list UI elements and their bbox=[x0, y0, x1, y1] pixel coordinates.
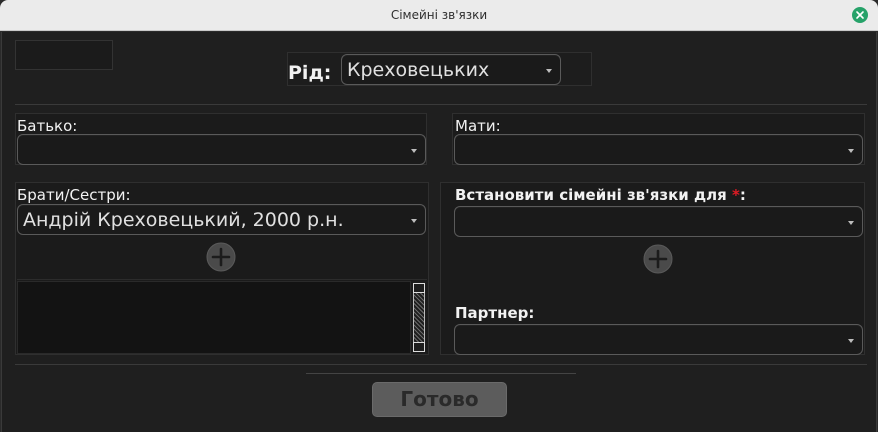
relations-for-label: Встановити сімейні зв'язки для *: bbox=[455, 186, 746, 204]
clan-select[interactable]: Креховецьких bbox=[341, 54, 561, 85]
siblings-select[interactable]: Андрій Креховецький, 2000 р.н. bbox=[17, 204, 426, 235]
chevron-down-icon bbox=[546, 69, 552, 73]
add-relation-button[interactable] bbox=[643, 244, 673, 274]
add-sibling-button[interactable] bbox=[206, 242, 236, 272]
plus-circle-icon bbox=[206, 242, 236, 272]
mother-label: Мати: bbox=[455, 117, 501, 135]
relations-for-label-colon: : bbox=[739, 186, 746, 204]
siblings-divider bbox=[17, 279, 427, 280]
chevron-down-icon bbox=[411, 149, 417, 153]
chevron-down-icon bbox=[411, 219, 417, 223]
relations-for-select[interactable] bbox=[454, 206, 863, 237]
father-label: Батько: bbox=[17, 117, 78, 135]
scrollbar-up-cap[interactable] bbox=[413, 283, 425, 293]
chevron-down-icon bbox=[848, 149, 854, 153]
siblings-scrollbar[interactable] bbox=[413, 283, 425, 352]
footer-divider-short bbox=[306, 373, 576, 374]
mother-select[interactable] bbox=[454, 134, 863, 165]
empty-frame bbox=[15, 40, 113, 70]
close-button[interactable] bbox=[852, 7, 868, 23]
header-divider bbox=[15, 104, 867, 105]
window-title: Сімейні зв'язки bbox=[390, 8, 488, 22]
clan-select-value: Креховецьких bbox=[347, 59, 490, 81]
relations-for-label-text: Встановити сімейні зв'язки для bbox=[455, 186, 732, 204]
footer-divider bbox=[15, 364, 867, 365]
done-button[interactable]: Готово bbox=[372, 382, 507, 417]
chevron-down-icon bbox=[848, 339, 854, 343]
scrollbar-down-cap[interactable] bbox=[413, 342, 425, 352]
siblings-label: Брати/Сестри: bbox=[17, 186, 131, 204]
siblings-list[interactable] bbox=[17, 281, 411, 354]
required-mark: * bbox=[731, 186, 740, 204]
clan-label: Рід: bbox=[288, 62, 332, 84]
dialog-body: Рід: Креховецьких Батько: Мати: Брати/Се… bbox=[1, 32, 877, 432]
siblings-select-value: Андрій Креховецький, 2000 р.н. bbox=[23, 209, 344, 231]
partner-select[interactable] bbox=[454, 324, 863, 355]
partner-label: Партнер: bbox=[455, 304, 535, 322]
father-select[interactable] bbox=[17, 134, 426, 165]
close-icon bbox=[856, 11, 864, 19]
title-bar: Сімейні зв'язки bbox=[0, 0, 878, 31]
chevron-down-icon bbox=[848, 221, 854, 225]
plus-circle-icon bbox=[643, 244, 673, 274]
